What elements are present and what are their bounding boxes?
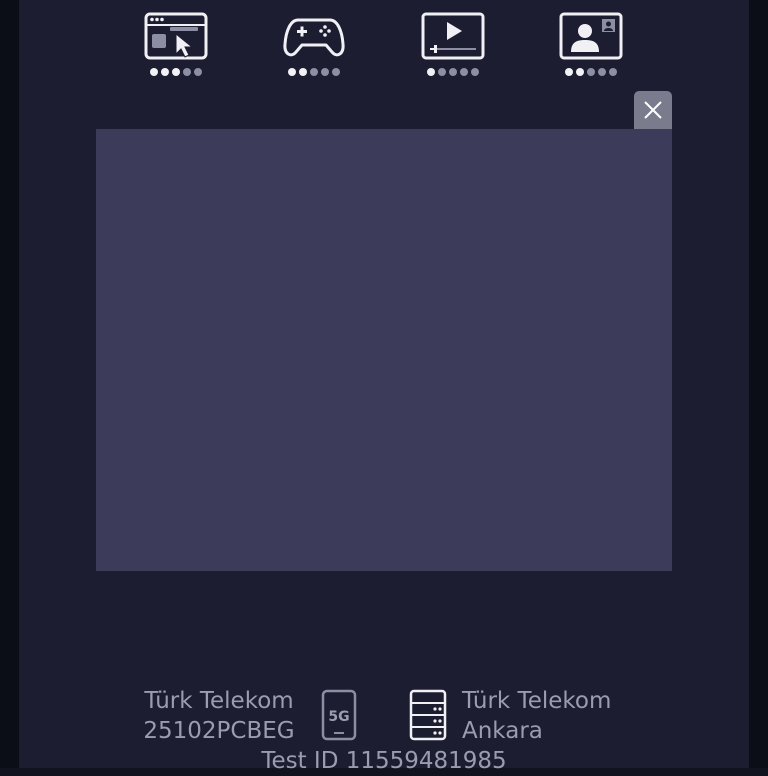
level-dot (609, 68, 617, 76)
level-dot (587, 68, 595, 76)
ad-panel (96, 129, 672, 571)
level-dot (299, 68, 307, 76)
browser-cursor-icon (144, 12, 208, 60)
level-dot (288, 68, 296, 76)
left-edge (0, 0, 19, 768)
level-dot (310, 68, 318, 76)
level-dot (321, 68, 329, 76)
network-type: 5G (328, 709, 349, 725)
video-play-icon (421, 12, 485, 60)
client-id: 25102PCBEG (143, 718, 295, 744)
network-5g-icon: 5G (321, 689, 357, 741)
level-dot (460, 68, 468, 76)
metric-browsing (144, 12, 208, 82)
level-dot (576, 68, 584, 76)
server-isp: Türk Telekom (462, 688, 612, 714)
quality-metrics (19, 0, 749, 90)
metric-gaming (282, 12, 346, 82)
level-dot (183, 68, 191, 76)
server-icon (409, 689, 447, 741)
metric-level-dots (559, 68, 623, 76)
video-call-icon (559, 12, 623, 60)
level-dot (471, 68, 479, 76)
right-edge (749, 0, 768, 768)
connection-info: Türk Telekom 25102PCBEG 5G Türk Telekom … (19, 684, 749, 774)
metric-level-dots (282, 68, 346, 76)
close-button[interactable] (634, 91, 672, 129)
close-icon (644, 101, 662, 119)
level-dot (172, 68, 180, 76)
level-dot (161, 68, 169, 76)
level-dot (449, 68, 457, 76)
level-dot (150, 68, 158, 76)
server-city: Ankara (462, 718, 543, 744)
gamepad-icon (283, 18, 345, 57)
metric-level-dots (421, 68, 485, 76)
client-isp: Türk Telekom (144, 688, 294, 714)
server-info: Türk Telekom Ankara (462, 686, 662, 746)
metric-video-call (559, 12, 623, 82)
level-dot (332, 68, 340, 76)
level-dot (565, 68, 573, 76)
client-info: Türk Telekom 25102PCBEG (119, 686, 319, 746)
level-dot (427, 68, 435, 76)
metric-level-dots (144, 68, 208, 76)
metric-streaming (421, 12, 485, 82)
level-dot (598, 68, 606, 76)
test-id: Test ID 11559481985 (261, 748, 507, 774)
result-screen: Türk Telekom 25102PCBEG 5G Türk Telekom … (19, 0, 749, 774)
level-dot (194, 68, 202, 76)
level-dot (438, 68, 446, 76)
